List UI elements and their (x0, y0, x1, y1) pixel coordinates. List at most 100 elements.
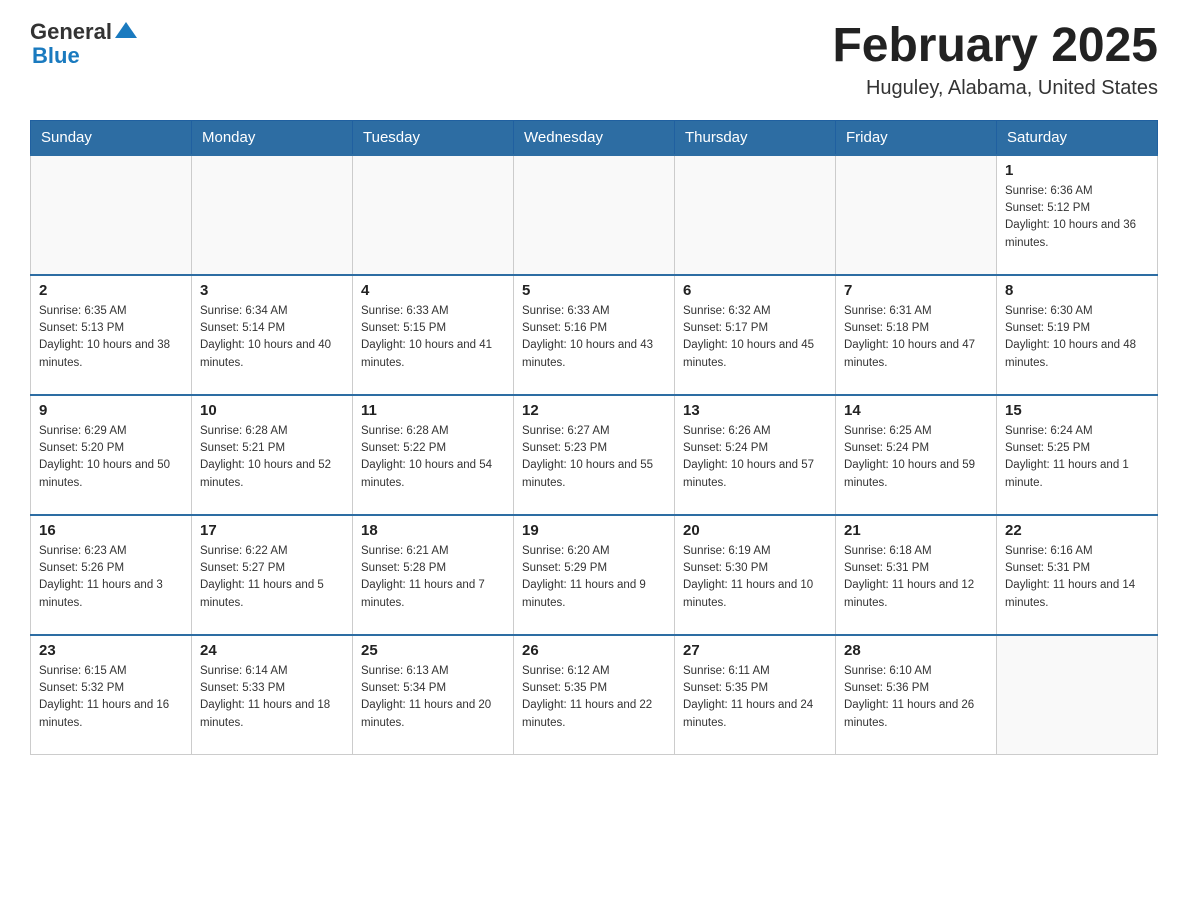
calendar-cell: 5 Sunrise: 6:33 AMSunset: 5:16 PMDaylight… (514, 275, 675, 395)
weekday-header: Tuesday (353, 120, 514, 155)
day-info: Sunrise: 6:20 AMSunset: 5:29 PMDaylight:… (522, 543, 666, 612)
day-info: Sunrise: 6:33 AMSunset: 5:16 PMDaylight:… (522, 303, 666, 372)
day-info: Sunrise: 6:26 AMSunset: 5:24 PMDaylight:… (683, 423, 827, 492)
day-info: Sunrise: 6:27 AMSunset: 5:23 PMDaylight:… (522, 423, 666, 492)
day-number: 4 (361, 282, 505, 299)
calendar-cell: 23Sunrise: 6:15 AMSunset: 5:32 PMDayligh… (31, 635, 192, 755)
calendar-cell: 15 Sunrise: 6:24 AMSunset: 5:25 PMDayligh… (997, 395, 1158, 515)
day-number: 20 (683, 522, 827, 539)
weekday-header: Thursday (675, 120, 836, 155)
day-number: 2 (39, 282, 183, 299)
day-number: 5 (522, 282, 666, 299)
calendar-cell: 21 Sunrise: 6:18 AMSunset: 5:31 PMDayligh… (836, 515, 997, 635)
day-number: 23 (39, 642, 183, 659)
weekday-header: Friday (836, 120, 997, 155)
calendar-cell: 3 Sunrise: 6:34 AMSunset: 5:14 PMDaylight… (192, 275, 353, 395)
day-info: Sunrise: 6:22 AMSunset: 5:27 PMDaylight:… (200, 543, 344, 612)
month-title: February 2025 (832, 20, 1158, 73)
calendar-cell: 9 Sunrise: 6:29 AMSunset: 5:20 PMDaylight… (31, 395, 192, 515)
calendar-cell: 17Sunrise: 6:22 AMSunset: 5:27 PMDayligh… (192, 515, 353, 635)
day-info: Sunrise: 6:29 AMSunset: 5:20 PMDaylight:… (39, 423, 183, 492)
day-number: 18 (361, 522, 505, 539)
day-info: Sunrise: 6:25 AMSunset: 5:24 PMDaylight:… (844, 423, 988, 492)
page-header: General Blue February 2025 Huguley, Alab… (30, 20, 1158, 100)
calendar-cell: 10 Sunrise: 6:28 AMSunset: 5:21 PMDayligh… (192, 395, 353, 515)
location-title: Huguley, Alabama, United States (832, 77, 1158, 100)
day-info: Sunrise: 6:32 AMSunset: 5:17 PMDaylight:… (683, 303, 827, 372)
day-number: 7 (844, 282, 988, 299)
calendar-cell: 4Sunrise: 6:33 AMSunset: 5:15 PMDaylight… (353, 275, 514, 395)
weekday-header: Monday (192, 120, 353, 155)
calendar-cell: 16 Sunrise: 6:23 AMSunset: 5:26 PMDayligh… (31, 515, 192, 635)
day-info: Sunrise: 6:13 AMSunset: 5:34 PMDaylight:… (361, 663, 505, 732)
day-info: Sunrise: 6:10 AMSunset: 5:36 PMDaylight:… (844, 663, 988, 732)
day-info: Sunrise: 6:28 AMSunset: 5:21 PMDaylight:… (200, 423, 344, 492)
day-number: 22 (1005, 522, 1149, 539)
day-info: Sunrise: 6:23 AMSunset: 5:26 PMDaylight:… (39, 543, 183, 612)
calendar-cell (192, 155, 353, 275)
day-number: 8 (1005, 282, 1149, 299)
calendar-cell: 28 Sunrise: 6:10 AMSunset: 5:36 PMDayligh… (836, 635, 997, 755)
calendar-cell: 18 Sunrise: 6:21 AMSunset: 5:28 PMDayligh… (353, 515, 514, 635)
day-info: Sunrise: 6:21 AMSunset: 5:28 PMDaylight:… (361, 543, 505, 612)
day-info: Sunrise: 6:28 AMSunset: 5:22 PMDaylight:… (361, 423, 505, 492)
day-number: 1 (1005, 162, 1149, 179)
day-info: Sunrise: 6:34 AMSunset: 5:14 PMDaylight:… (200, 303, 344, 372)
weekday-header: Wednesday (514, 120, 675, 155)
calendar-cell: 11 Sunrise: 6:28 AMSunset: 5:22 PMDayligh… (353, 395, 514, 515)
calendar-cell (31, 155, 192, 275)
calendar-cell: 22 Sunrise: 6:16 AMSunset: 5:31 PMDayligh… (997, 515, 1158, 635)
day-info: Sunrise: 6:35 AMSunset: 5:13 PMDaylight:… (39, 303, 183, 372)
day-number: 11 (361, 402, 505, 419)
day-number: 21 (844, 522, 988, 539)
logo-text-general: General (30, 20, 112, 44)
calendar-cell: 14 Sunrise: 6:25 AMSunset: 5:24 PMDayligh… (836, 395, 997, 515)
day-number: 13 (683, 402, 827, 419)
day-number: 9 (39, 402, 183, 419)
weekday-header: Saturday (997, 120, 1158, 155)
day-info: Sunrise: 6:24 AMSunset: 5:25 PMDaylight:… (1005, 423, 1149, 492)
calendar-cell (675, 155, 836, 275)
calendar-cell: 6Sunrise: 6:32 AMSunset: 5:17 PMDaylight… (675, 275, 836, 395)
day-number: 10 (200, 402, 344, 419)
calendar-cell: 2 Sunrise: 6:35 AMSunset: 5:13 PMDaylight… (31, 275, 192, 395)
calendar-cell: 13 Sunrise: 6:26 AMSunset: 5:24 PMDayligh… (675, 395, 836, 515)
logo: General Blue (30, 20, 137, 68)
calendar-week-row: 1Sunrise: 6:36 AMSunset: 5:12 PMDaylight… (31, 155, 1158, 275)
calendar-cell: 27 Sunrise: 6:11 AMSunset: 5:35 PMDayligh… (675, 635, 836, 755)
calendar-table: SundayMondayTuesdayWednesdayThursdayFrid… (30, 120, 1158, 756)
calendar-cell: 20Sunrise: 6:19 AMSunset: 5:30 PMDayligh… (675, 515, 836, 635)
calendar-cell (836, 155, 997, 275)
day-number: 28 (844, 642, 988, 659)
calendar-cell (353, 155, 514, 275)
day-number: 27 (683, 642, 827, 659)
day-info: Sunrise: 6:16 AMSunset: 5:31 PMDaylight:… (1005, 543, 1149, 612)
logo-triangle-icon (115, 20, 137, 42)
calendar-week-row: 23Sunrise: 6:15 AMSunset: 5:32 PMDayligh… (31, 635, 1158, 755)
day-info: Sunrise: 6:14 AMSunset: 5:33 PMDaylight:… (200, 663, 344, 732)
calendar-cell: 7 Sunrise: 6:31 AMSunset: 5:18 PMDaylight… (836, 275, 997, 395)
calendar-cell: 1Sunrise: 6:36 AMSunset: 5:12 PMDaylight… (997, 155, 1158, 275)
day-info: Sunrise: 6:18 AMSunset: 5:31 PMDaylight:… (844, 543, 988, 612)
calendar-cell: 12 Sunrise: 6:27 AMSunset: 5:23 PMDayligh… (514, 395, 675, 515)
calendar-header-row: SundayMondayTuesdayWednesdayThursdayFrid… (31, 120, 1158, 155)
calendar-week-row: 2 Sunrise: 6:35 AMSunset: 5:13 PMDaylight… (31, 275, 1158, 395)
calendar-cell (514, 155, 675, 275)
day-number: 3 (200, 282, 344, 299)
day-number: 14 (844, 402, 988, 419)
day-info: Sunrise: 6:12 AMSunset: 5:35 PMDaylight:… (522, 663, 666, 732)
calendar-week-row: 9 Sunrise: 6:29 AMSunset: 5:20 PMDaylight… (31, 395, 1158, 515)
calendar-cell (997, 635, 1158, 755)
day-info: Sunrise: 6:31 AMSunset: 5:18 PMDaylight:… (844, 303, 988, 372)
day-number: 24 (200, 642, 344, 659)
day-info: Sunrise: 6:11 AMSunset: 5:35 PMDaylight:… (683, 663, 827, 732)
day-number: 12 (522, 402, 666, 419)
day-number: 16 (39, 522, 183, 539)
day-number: 15 (1005, 402, 1149, 419)
calendar-cell: 24 Sunrise: 6:14 AMSunset: 5:33 PMDayligh… (192, 635, 353, 755)
day-number: 26 (522, 642, 666, 659)
calendar-cell: 25Sunrise: 6:13 AMSunset: 5:34 PMDayligh… (353, 635, 514, 755)
logo-text-blue: Blue (32, 44, 137, 68)
day-info: Sunrise: 6:30 AMSunset: 5:19 PMDaylight:… (1005, 303, 1149, 372)
calendar-cell: 19Sunrise: 6:20 AMSunset: 5:29 PMDayligh… (514, 515, 675, 635)
